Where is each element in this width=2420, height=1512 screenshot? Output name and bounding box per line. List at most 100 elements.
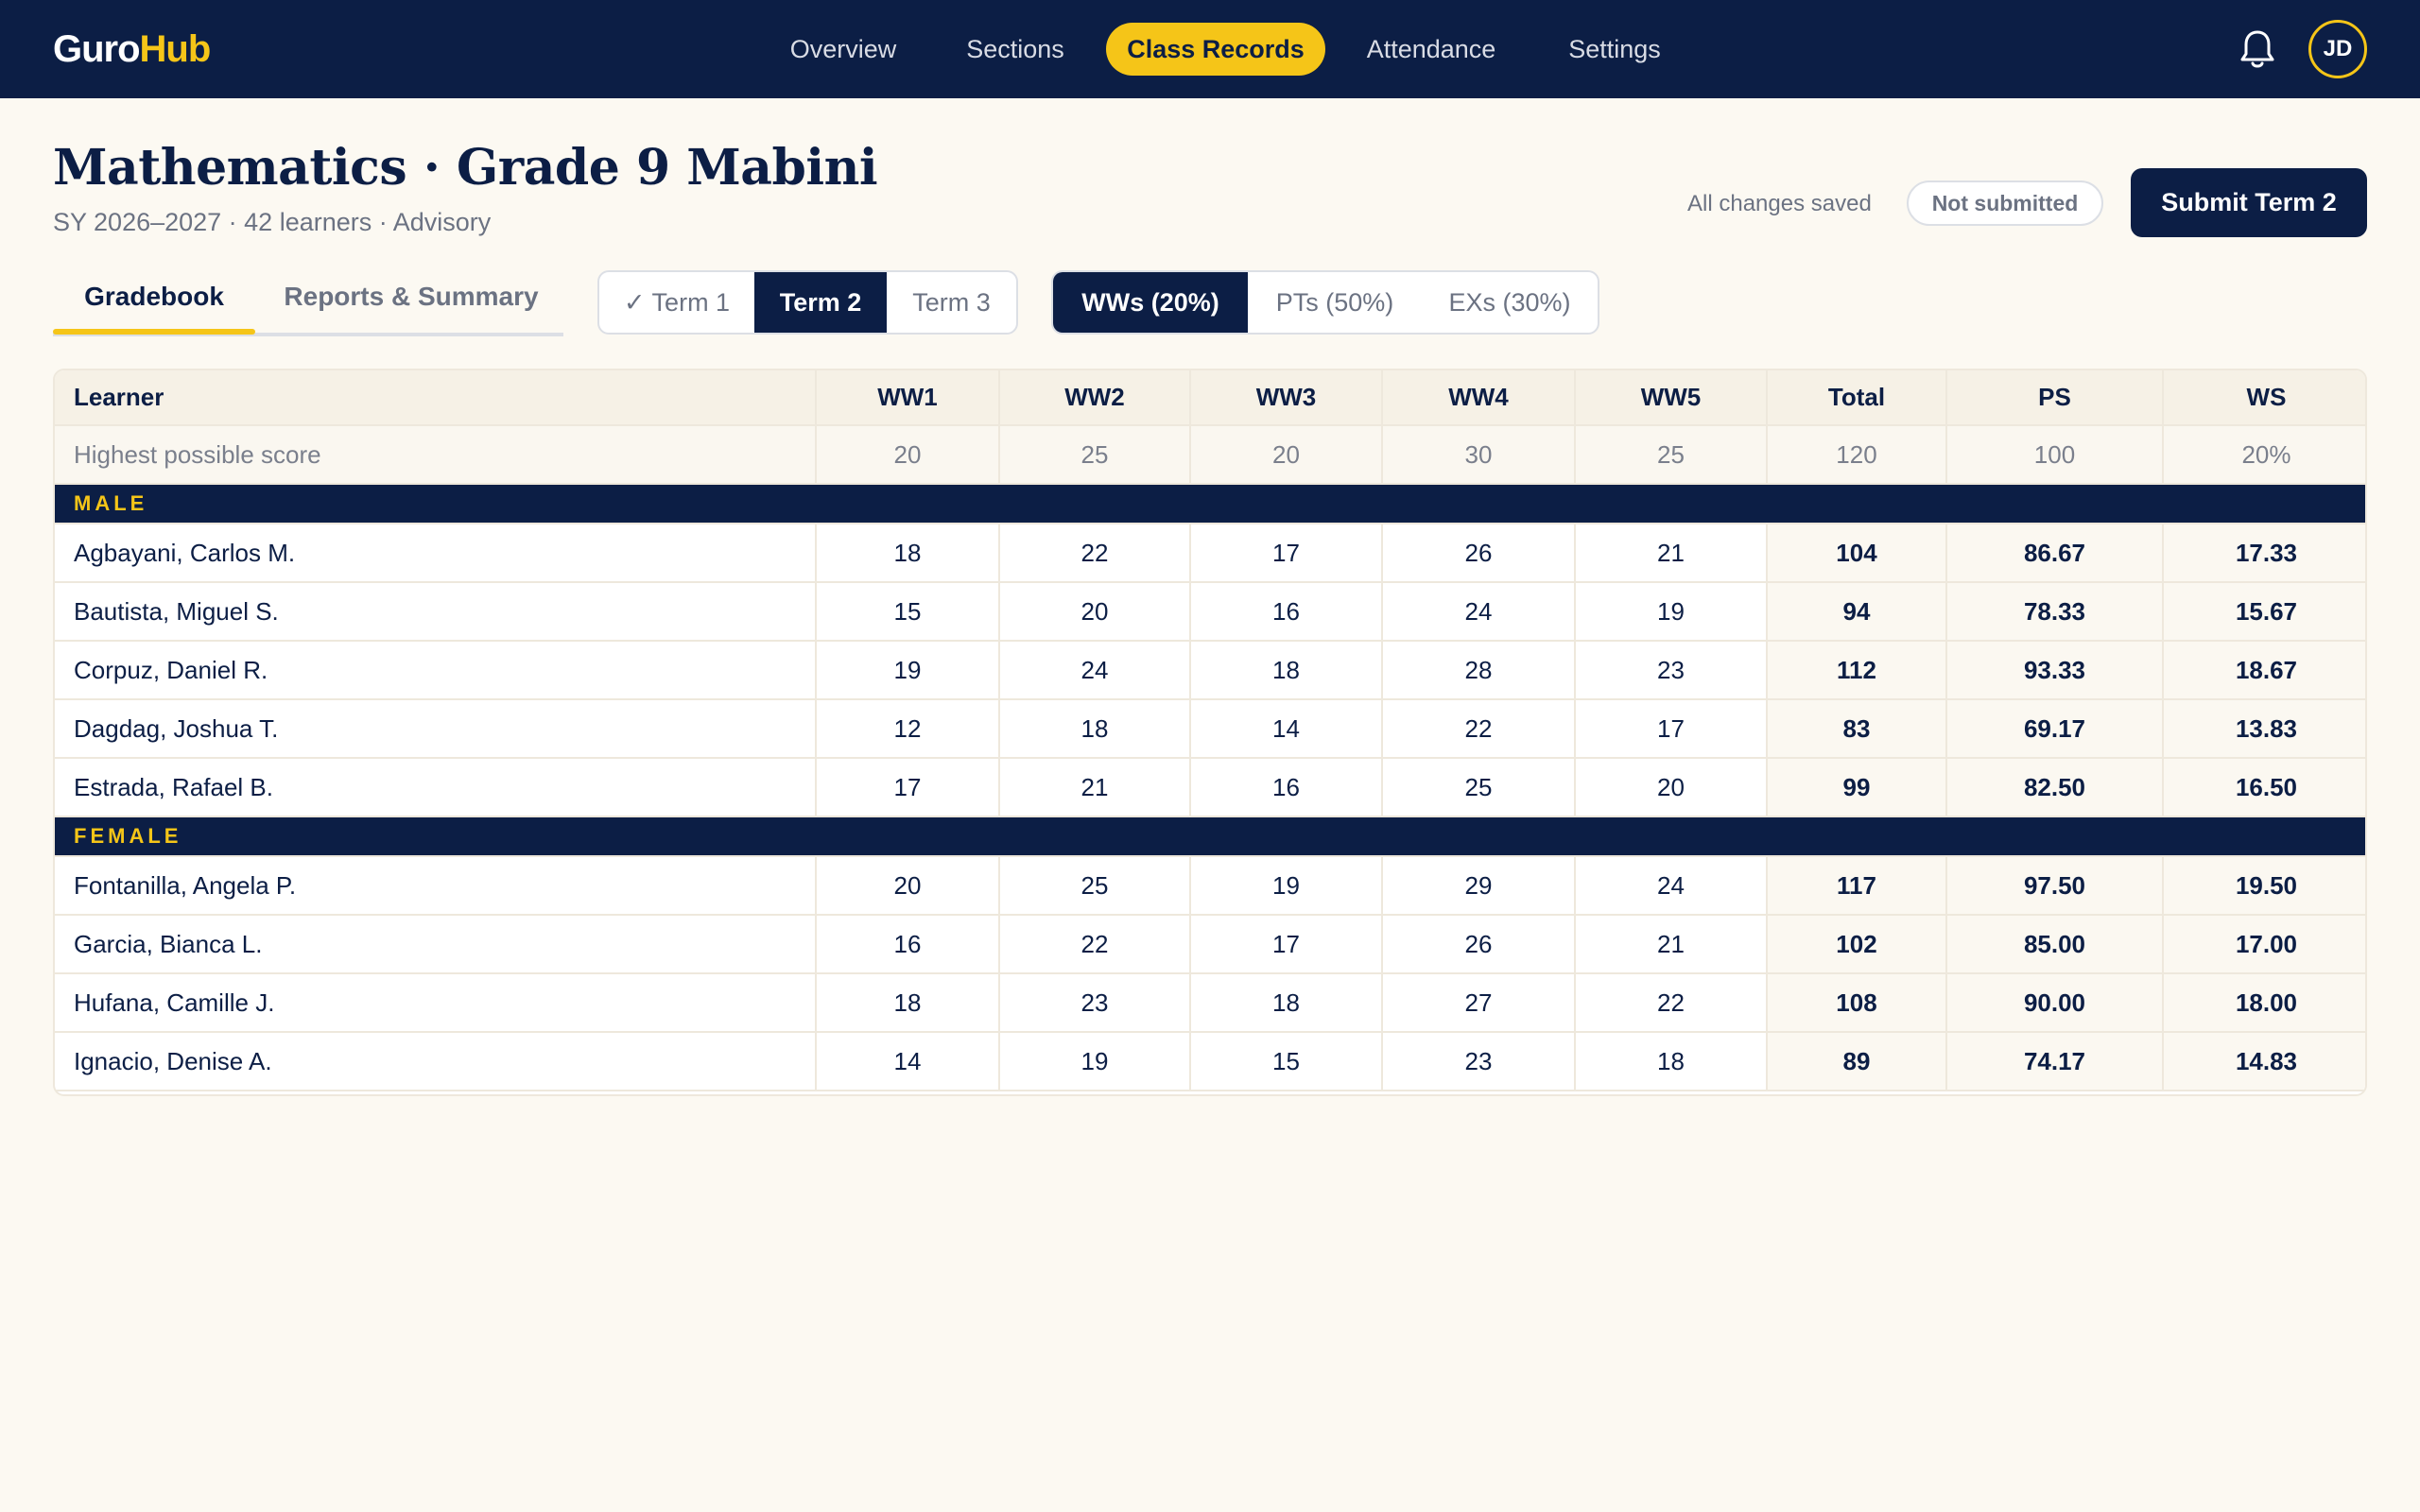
group-label: MALE [55, 484, 2365, 524]
hps-ww4[interactable]: 30 [1382, 425, 1576, 485]
hps-ww3[interactable]: 20 [1190, 425, 1383, 485]
hps-ww5[interactable]: 25 [1575, 425, 1768, 485]
score-cell[interactable]: 18 [999, 699, 1191, 759]
nav-item-overview[interactable]: Overview [768, 23, 919, 76]
score-cell[interactable]: 23 [1382, 1032, 1576, 1091]
score-cell[interactable]: 26 [1382, 915, 1576, 974]
score-cell[interactable]: 22 [1382, 699, 1576, 759]
score-cell[interactable]: 17 [816, 758, 1000, 817]
submission-status-badge: Not submitted [1907, 180, 2103, 226]
ws-cell: 19.50 [2163, 856, 2365, 916]
score-cell[interactable]: 15 [816, 582, 1000, 642]
component-ex-button[interactable]: EXs (30%) [1422, 272, 1598, 333]
ws-cell: 13.83 [2163, 699, 2365, 759]
score-cell[interactable]: 22 [999, 524, 1191, 583]
hps-ww1[interactable]: 20 [816, 425, 1000, 485]
score-cell[interactable]: 25 [999, 856, 1191, 916]
score-cell[interactable]: 19 [999, 1032, 1191, 1091]
score-cell[interactable]: 24 [1575, 856, 1768, 916]
score-cell[interactable]: 22 [1575, 973, 1768, 1033]
score-cell[interactable]: 24 [1382, 582, 1576, 642]
score-cell[interactable]: 23 [1575, 641, 1768, 700]
col-header-ws: WS [2163, 370, 2365, 426]
score-cell[interactable]: 17 [1575, 699, 1768, 759]
total-cell: 94 [1767, 582, 1947, 642]
term-2-button[interactable]: Term 2 [754, 272, 887, 333]
score-cell[interactable]: 25 [1382, 758, 1576, 817]
active-tab-indicator [53, 329, 255, 335]
nav-item-attendance[interactable]: Attendance [1352, 23, 1511, 76]
score-cell[interactable]: 20 [999, 582, 1191, 642]
score-cell[interactable]: 19 [1575, 582, 1768, 642]
nav-item-class-records[interactable]: Class Records [1106, 23, 1325, 76]
user-avatar[interactable]: JD [2308, 20, 2367, 78]
score-cell[interactable]: 12 [816, 699, 1000, 759]
score-cell[interactable]: 18 [1190, 641, 1383, 700]
col-header-learner[interactable]: Learner [55, 370, 817, 426]
col-header-ww4[interactable]: WW4 [1382, 370, 1576, 426]
hps-ww2[interactable]: 25 [999, 425, 1191, 485]
component-selector: WWs (20%) PTs (50%) EXs (30%) [1051, 270, 1599, 335]
score-cell[interactable]: 19 [816, 641, 1000, 700]
tab-reports-summary[interactable]: Reports & Summary [274, 280, 548, 314]
score-cell[interactable]: 19 [1190, 856, 1383, 916]
col-header-ps: PS [1946, 370, 2164, 426]
score-cell[interactable]: 16 [1190, 758, 1383, 817]
score-cell[interactable]: 17 [1190, 524, 1383, 583]
hps-label: Highest possible score [55, 425, 817, 485]
score-cell[interactable]: 21 [1575, 915, 1768, 974]
table-row: Ignacio, Denise A. 14 19 15 23 18 89 74.… [55, 1032, 2365, 1091]
component-ww-button[interactable]: WWs (20%) [1053, 272, 1248, 333]
term-3-button[interactable]: Term 3 [887, 272, 1016, 333]
total-cell: 117 [1767, 856, 1947, 916]
col-header-ww5[interactable]: WW5 [1575, 370, 1768, 426]
score-cell[interactable]: 26 [1382, 524, 1576, 583]
submit-term-button[interactable]: Submit Term 2 [2131, 168, 2367, 237]
score-cell[interactable]: 24 [999, 641, 1191, 700]
ws-cell: 17.33 [2163, 524, 2365, 583]
col-header-ww2[interactable]: WW2 [999, 370, 1191, 426]
score-cell[interactable]: 20 [1575, 758, 1768, 817]
table-row: Corpuz, Daniel R. 19 24 18 28 23 112 93.… [55, 641, 2365, 700]
bell-icon[interactable] [2238, 28, 2276, 70]
ps-cell: 82.50 [1946, 758, 2164, 817]
score-cell[interactable]: 16 [816, 915, 1000, 974]
table-row: Bautista, Miguel S. 15 20 16 24 19 94 78… [55, 582, 2365, 642]
total-cell: 89 [1767, 1032, 1947, 1091]
save-status: All changes saved [1687, 191, 1872, 216]
score-cell[interactable]: 21 [999, 758, 1191, 817]
score-cell[interactable]: 27 [1382, 973, 1576, 1033]
component-pt-button[interactable]: PTs (50%) [1248, 272, 1422, 333]
col-header-ww1[interactable]: WW1 [816, 370, 1000, 426]
hps-total: 120 [1767, 425, 1947, 485]
score-cell[interactable]: 14 [816, 1032, 1000, 1091]
hps-row: Highest possible score 20 25 20 30 25 12… [55, 425, 2365, 485]
tab-gradebook[interactable]: Gradebook [53, 280, 255, 314]
learner-name: Garcia, Bianca L. [55, 915, 817, 974]
page-title: Mathematics · Grade 9 Mabini [53, 139, 878, 197]
ws-cell: 14.83 [2163, 1032, 2365, 1091]
hps-ps: 100 [1946, 425, 2164, 485]
total-cell: 83 [1767, 699, 1947, 759]
score-cell[interactable]: 18 [816, 973, 1000, 1033]
score-cell[interactable]: 18 [816, 524, 1000, 583]
score-cell[interactable]: 28 [1382, 641, 1576, 700]
learner-name: Hufana, Camille J. [55, 973, 817, 1033]
score-cell[interactable]: 18 [1190, 973, 1383, 1033]
score-cell[interactable]: 23 [999, 973, 1191, 1033]
score-cell[interactable]: 21 [1575, 524, 1768, 583]
col-header-ww3[interactable]: WW3 [1190, 370, 1383, 426]
score-cell[interactable]: 29 [1382, 856, 1576, 916]
score-cell[interactable]: 15 [1190, 1032, 1383, 1091]
score-cell[interactable]: 22 [999, 915, 1191, 974]
score-cell[interactable]: 20 [816, 856, 1000, 916]
score-cell[interactable]: 18 [1575, 1032, 1768, 1091]
term-1-button[interactable]: ✓ Term 1 [599, 272, 754, 333]
total-cell: 104 [1767, 524, 1947, 583]
score-cell[interactable]: 16 [1190, 582, 1383, 642]
score-cell[interactable]: 14 [1190, 699, 1383, 759]
score-cell[interactable]: 17 [1190, 915, 1383, 974]
nav-item-sections[interactable]: Sections [947, 23, 1083, 76]
nav-item-settings[interactable]: Settings [1556, 23, 1673, 76]
learner-name: Bautista, Miguel S. [55, 582, 817, 642]
